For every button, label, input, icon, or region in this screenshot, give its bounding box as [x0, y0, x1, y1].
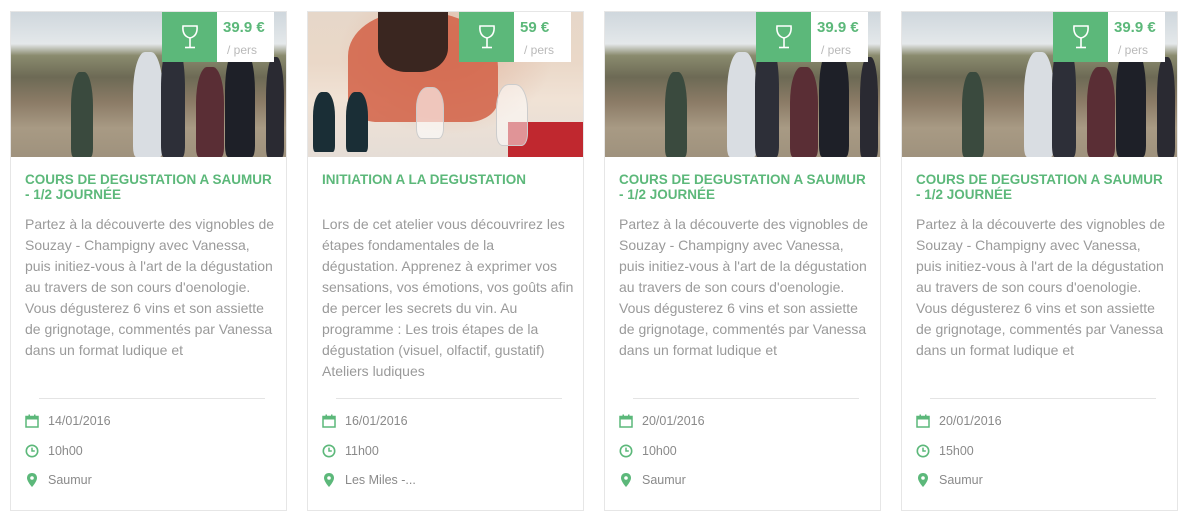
event-date-text: 20/01/2016 [642, 414, 705, 428]
event-description: Partez à la découverte des vignobles de … [619, 216, 869, 358]
event-location: Saumur [25, 473, 92, 487]
event-card[interactable]: 39.9 € / pers COURS DE DEGUSTATION A SAU… [10, 11, 287, 511]
event-time: 11h00 [322, 444, 379, 458]
wine-glass-icon [1053, 12, 1108, 62]
event-date-text: 20/01/2016 [939, 414, 1002, 428]
event-time-text: 10h00 [48, 444, 83, 458]
divider [39, 398, 265, 399]
event-location: Les Miles -... [322, 473, 416, 487]
price-value: 39.9 € [223, 19, 265, 36]
event-title[interactable]: COURS DE DEGUSTATION A SAUMUR - 1/2 JOUR… [25, 172, 275, 202]
event-location-text: Saumur [642, 473, 686, 487]
price-tag: 39.9 € / pers [162, 12, 274, 62]
event-description: Partez à la découverte des vignobles de … [25, 216, 275, 358]
event-card[interactable]: 39.9 € / pers COURS DE DEGUSTATION A SAU… [901, 11, 1178, 511]
clock-icon [25, 444, 39, 458]
calendar-icon [619, 414, 633, 428]
event-date-text: 16/01/2016 [345, 414, 408, 428]
calendar-icon [25, 414, 39, 428]
divider [930, 398, 1156, 399]
event-description: Lors de cet atelier vous découvrirez les… [322, 216, 574, 379]
event-location: Saumur [916, 473, 983, 487]
calendar-icon [916, 414, 930, 428]
price-tag: 39.9 € / pers [1053, 12, 1165, 62]
event-location-text: Saumur [939, 473, 983, 487]
price-value: 39.9 € [1114, 19, 1156, 36]
clock-icon [916, 444, 930, 458]
price-unit: / pers [821, 43, 852, 57]
clock-icon [322, 444, 336, 458]
price-unit: / pers [1118, 43, 1149, 57]
price-value: 59 € [520, 19, 550, 36]
event-location: Saumur [619, 473, 686, 487]
event-date-text: 14/01/2016 [48, 414, 111, 428]
price-unit: / pers [227, 43, 258, 57]
event-time-text: 10h00 [642, 444, 677, 458]
event-card[interactable]: 39.9 € / pers COURS DE DEGUSTATION A SAU… [604, 11, 881, 511]
event-time: 10h00 [619, 444, 677, 458]
price-value: 39.9 € [817, 19, 859, 36]
event-location-text: Saumur [48, 473, 92, 487]
calendar-icon [322, 414, 336, 428]
event-card[interactable]: 59 € / pers INITIATION A LA DEGUSTATION … [307, 11, 584, 511]
divider [336, 398, 562, 399]
price-tag: 59 € / pers [459, 12, 571, 62]
event-date: 14/01/2016 [25, 414, 111, 428]
map-pin-icon [916, 473, 930, 487]
event-title[interactable]: COURS DE DEGUSTATION A SAUMUR - 1/2 JOUR… [916, 172, 1166, 202]
divider [633, 398, 859, 399]
price-unit: / pers [524, 43, 555, 57]
event-time: 15h00 [916, 444, 974, 458]
event-date: 20/01/2016 [916, 414, 1002, 428]
event-time: 10h00 [25, 444, 83, 458]
event-date: 16/01/2016 [322, 414, 408, 428]
wine-glass-icon [459, 12, 514, 62]
price-tag: 39.9 € / pers [756, 12, 868, 62]
wine-glass-icon [756, 12, 811, 62]
event-time-text: 11h00 [345, 444, 379, 458]
clock-icon [619, 444, 633, 458]
wine-glass-icon [162, 12, 217, 62]
event-location-text: Les Miles -... [345, 473, 416, 487]
event-title[interactable]: COURS DE DEGUSTATION A SAUMUR - 1/2 JOUR… [619, 172, 869, 202]
event-date: 20/01/2016 [619, 414, 705, 428]
event-time-text: 15h00 [939, 444, 974, 458]
map-pin-icon [25, 473, 39, 487]
event-description: Partez à la découverte des vignobles de … [916, 216, 1166, 358]
map-pin-icon [619, 473, 633, 487]
map-pin-icon [322, 473, 336, 487]
event-title[interactable]: INITIATION A LA DEGUSTATION [322, 172, 572, 187]
